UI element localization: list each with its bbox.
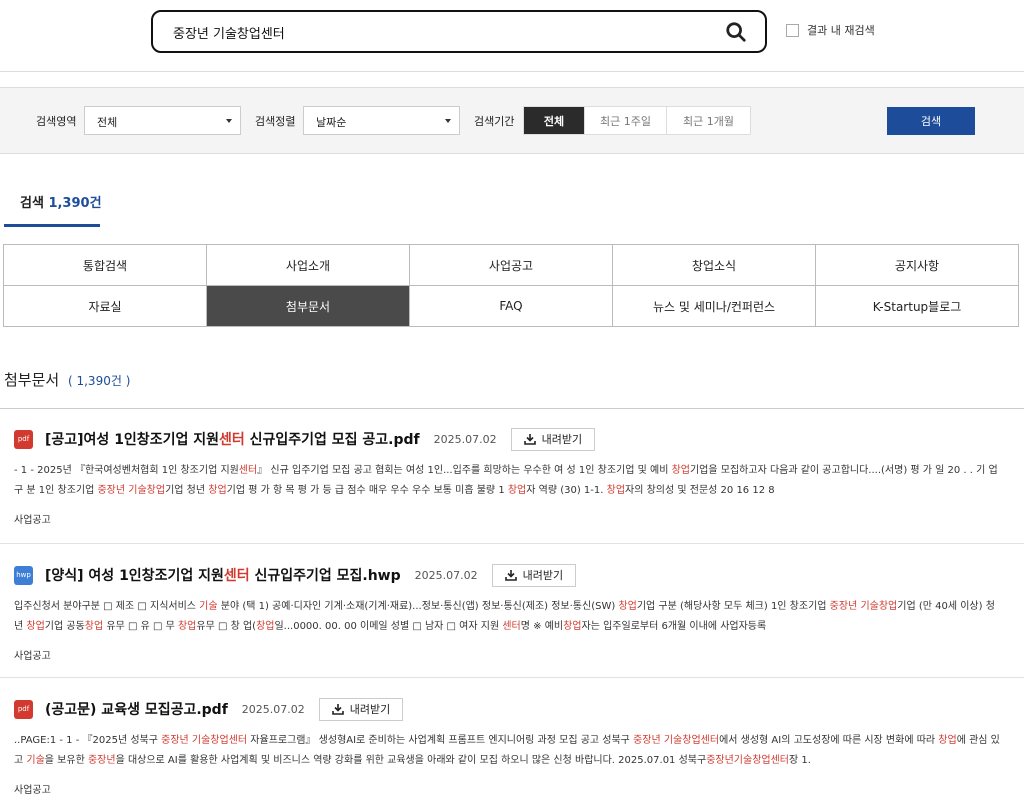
result-header: pdf [공고]여성 1인창조기업 지원센터 신규입주기업 모집 공고.pdf …	[14, 427, 1019, 451]
keyword-highlight: 창업	[938, 735, 957, 746]
result-item: hwp [양식] 여성 1인창조기업 지원센터 신규입주기업 모집.hwp 20…	[14, 563, 1019, 662]
sort-select-value: 날짜순	[316, 116, 347, 129]
result-date: 2025.07.02	[241, 702, 305, 716]
keyword-highlight: 창업	[177, 621, 197, 632]
result-title[interactable]: (공고문) 교육생 모집공고.pdf	[45, 699, 228, 719]
result-date: 2025.07.02	[414, 568, 478, 582]
keyword-highlight: 창업	[84, 621, 104, 632]
keyword-highlight: 중장년 기술창업센터	[161, 735, 248, 746]
sort-label: 검색정렬	[255, 115, 296, 128]
category-news-seminar[interactable]: 뉴스 및 세미나/컨퍼런스	[613, 286, 816, 327]
download-button[interactable]: 내려받기	[491, 563, 577, 587]
section-title: 첨부문서 ( 1,390건 )	[4, 369, 130, 390]
result-snippet: - 1 - 2025년 『한국여성벤처협회 1인 창조기업 지원센터』 신규 입…	[14, 465, 998, 496]
result-category: 사업공고	[14, 515, 51, 526]
keyword-highlight: 창업	[256, 621, 275, 632]
period-all[interactable]: 전체	[524, 107, 584, 134]
download-button[interactable]: 내려받기	[510, 427, 596, 451]
download-icon	[331, 704, 344, 715]
keyword-highlight: 기술	[26, 755, 45, 766]
result-item: pdf (공고문) 교육생 모집공고.pdf 2025.07.02 내려받기 .…	[14, 697, 1019, 796]
keyword-highlight: 센터	[502, 621, 521, 632]
result-header: pdf (공고문) 교육생 모집공고.pdf 2025.07.02 내려받기	[14, 697, 1019, 721]
category-faq[interactable]: FAQ	[410, 286, 613, 327]
active-tab-indicator	[4, 224, 100, 227]
chevron-down-icon	[226, 119, 232, 123]
period-1month[interactable]: 최근 1개월	[666, 107, 750, 134]
category-resources[interactable]: 자료실	[4, 286, 207, 327]
period-1week[interactable]: 최근 1주일	[584, 107, 666, 134]
section-title-text: 첨부문서	[4, 371, 60, 389]
keyword-highlight: 중장년 기술창업	[829, 601, 898, 612]
search-icon[interactable]	[725, 21, 747, 43]
category-startup-news[interactable]: 창업소식	[613, 245, 816, 286]
area-select-value: 전체	[97, 116, 118, 129]
result-count-label: 검색	[20, 196, 44, 211]
search-button[interactable]: 검색	[887, 107, 975, 135]
search-area: 결과 내 재검색	[0, 0, 1024, 72]
category-attachments[interactable]: 첨부문서	[207, 286, 410, 327]
result-category: 사업공고	[14, 651, 51, 662]
result-title[interactable]: [공고]여성 1인창조기업 지원센터 신규입주기업 모집 공고.pdf	[45, 429, 420, 449]
period-toggle: 전체 최근 1주일 최근 1개월	[523, 106, 751, 135]
keyword-highlight: 창업	[618, 601, 637, 612]
download-icon	[523, 434, 536, 445]
research-label: 결과 내 재검색	[807, 24, 875, 37]
keyword-highlight: 창업	[507, 485, 527, 496]
keyword-highlight: 중장년	[87, 755, 116, 766]
section-count: ( 1,390건 )	[67, 374, 131, 388]
area-label: 검색영역	[36, 115, 77, 128]
category-business-notice[interactable]: 사업공고	[410, 245, 613, 286]
pdf-file-icon: pdf	[14, 429, 33, 449]
category-integrated[interactable]: 통합검색	[4, 245, 207, 286]
keyword-highlight: 센터	[238, 465, 258, 476]
result-snippet: 입주신청서 분야구분 □ 제조 □ 지식서비스 기술 분야 (택 1) 공예·디…	[14, 601, 995, 632]
result-header: hwp [양식] 여성 1인창조기업 지원센터 신규입주기업 모집.hwp 20…	[14, 563, 1019, 587]
keyword-highlight: 창업	[563, 621, 582, 632]
area-select[interactable]: 전체	[84, 106, 241, 135]
result-date: 2025.07.02	[433, 432, 497, 446]
keyword-highlight: 창업	[671, 465, 690, 476]
search-box	[151, 10, 767, 53]
keyword-highlight: 중장년기술창업센터	[706, 755, 790, 766]
keyword-highlight: 중장년 기술창업	[97, 485, 166, 496]
result-count: 1,390건	[48, 196, 102, 211]
divider	[0, 408, 1024, 409]
pdf-file-icon: pdf	[14, 699, 33, 719]
category-business-intro[interactable]: 사업소개	[207, 245, 410, 286]
filter-bar: 검색영역 전체 검색정렬 날짜순 검색기간 전체 최근 1주일 최근 1개월 검…	[0, 87, 1024, 154]
result-count-tab[interactable]: 검색 1,390건	[20, 192, 102, 211]
search-input[interactable]	[173, 21, 713, 43]
keyword-highlight: 중장년 기술창업센터	[633, 735, 720, 746]
category-grid: 통합검색 사업소개 사업공고 창업소식 공지사항 자료실 첨부문서 FAQ 뉴스…	[3, 244, 1019, 327]
category-announcements[interactable]: 공지사항	[816, 245, 1019, 286]
keyword-highlight: 창업	[26, 621, 45, 632]
download-icon	[504, 570, 517, 581]
sort-select[interactable]: 날짜순	[303, 106, 460, 135]
chevron-down-icon	[445, 119, 451, 123]
research-option[interactable]: 결과 내 재검색	[786, 22, 875, 38]
keyword-highlight: 창업	[606, 485, 626, 496]
research-checkbox[interactable]	[786, 23, 799, 37]
result-title[interactable]: [양식] 여성 1인창조기업 지원센터 신규입주기업 모집.hwp	[45, 565, 401, 585]
keyword-highlight: 기술	[199, 601, 218, 612]
divider	[0, 543, 1024, 544]
download-button[interactable]: 내려받기	[318, 697, 404, 721]
keyword-highlight: 창업	[208, 485, 227, 496]
category-kstartup-blog[interactable]: K-Startup블로그	[816, 286, 1019, 327]
hwp-file-icon: hwp	[14, 565, 33, 585]
period-label: 검색기간	[474, 115, 515, 128]
result-category: 사업공고	[14, 785, 51, 796]
divider	[0, 677, 1024, 678]
result-snippet: ..PAGE:1 - 1 - 『2025년 성북구 중장년 기술창업센터 자율프…	[14, 735, 1000, 766]
result-item: pdf [공고]여성 1인창조기업 지원센터 신규입주기업 모집 공고.pdf …	[14, 427, 1019, 526]
